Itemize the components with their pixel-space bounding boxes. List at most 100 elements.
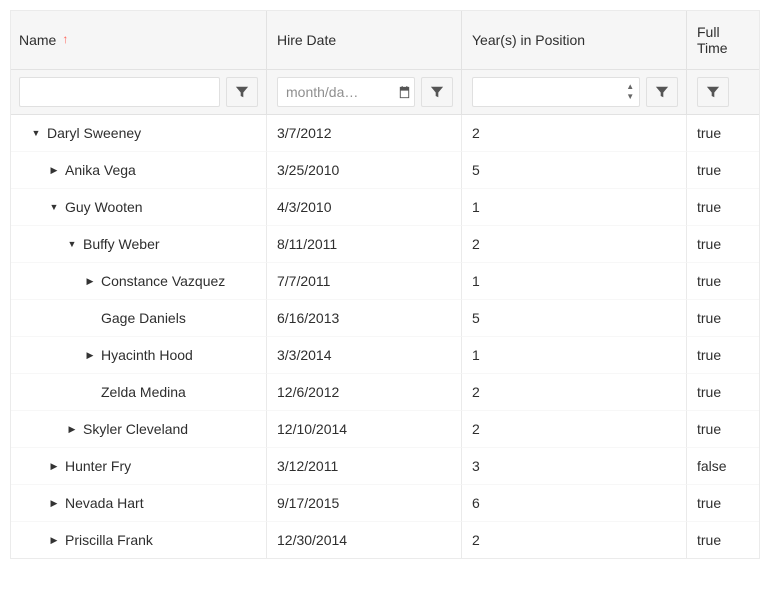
years-spin-down[interactable]: ▼ [626, 92, 634, 102]
fulltime-cell: true [686, 115, 759, 151]
filter-icon [706, 85, 720, 99]
collapse-icon[interactable]: ▼ [47, 202, 61, 212]
name-text: Anika Vega [65, 162, 136, 178]
hire-date-cell: 12/6/2012 [266, 373, 461, 410]
name-text: Skyler Cleveland [83, 421, 188, 437]
collapse-icon[interactable]: ▼ [29, 128, 43, 138]
expand-icon[interactable]: ▶ [47, 461, 61, 472]
table-row: ▶ Skyler Cleveland 12/10/2014 2 true [11, 410, 759, 447]
hire-date-cell: 8/11/2011 [266, 225, 461, 262]
fulltime-filter-button[interactable] [697, 77, 729, 107]
name-text: Daryl Sweeney [47, 125, 141, 141]
name-cell: ▼ Daryl Sweeney [11, 115, 266, 151]
years-cell: 6 [461, 484, 686, 521]
hire-date-text: 3/25/2010 [277, 162, 339, 178]
table-row: ▶Priscilla Frank 12/30/2014 2 true [11, 521, 759, 558]
years-filter-input-wrap: ▲ ▼ [472, 77, 640, 107]
expand-icon[interactable]: ▶ [47, 535, 61, 546]
years-cell: 2 [461, 225, 686, 262]
name-cell: ▶ Skyler Cleveland [11, 410, 266, 447]
name-text: Buffy Weber [83, 236, 160, 252]
name-filter-input[interactable] [20, 78, 219, 106]
years-cell: 5 [461, 151, 686, 188]
fulltime-cell: true [686, 521, 759, 558]
hire-date-cell: 3/3/2014 [266, 336, 461, 373]
name-text: Gage Daniels [101, 310, 186, 326]
fulltime-text: true [697, 495, 721, 511]
years-cell: 3 [461, 447, 686, 484]
hire-date-text: 9/17/2015 [277, 495, 339, 511]
column-header-name-label: Name [19, 32, 56, 48]
column-header-name[interactable]: Name ↑ [11, 11, 266, 70]
filter-icon [430, 85, 444, 99]
name-text: Hyacinth Hood [101, 347, 193, 363]
years-cell: 2 [461, 115, 686, 151]
years-filter-input[interactable] [473, 78, 621, 106]
table-row: ▶Anika Vega3/25/20105true [11, 151, 759, 188]
years-text: 6 [472, 495, 480, 511]
filter-icon [235, 85, 249, 99]
years-text: 3 [472, 458, 480, 474]
table-row: ▼ Daryl Sweeney 3/7/2012 2 true [11, 115, 759, 151]
name-filter-button[interactable] [226, 77, 258, 107]
hire-date-text: 12/10/2014 [277, 421, 347, 437]
years-spin-up[interactable]: ▲ [626, 82, 634, 92]
name-text: Guy Wooten [65, 199, 143, 215]
fulltime-text: true [697, 273, 721, 289]
name-cell: ▼ Guy Wooten [11, 188, 266, 225]
column-header-fulltime[interactable]: Full Time [686, 11, 759, 70]
hire-date-text: 7/7/2011 [277, 273, 330, 289]
years-text: 2 [472, 236, 480, 252]
expand-icon[interactable]: ▶ [83, 276, 97, 287]
fulltime-text: true [697, 125, 721, 141]
name-cell: ▶ Nevada Hart [11, 484, 266, 521]
hire-date-filter-input[interactable] [278, 78, 395, 106]
fulltime-text: true [697, 347, 721, 363]
hire-date-text: 12/30/2014 [277, 532, 347, 548]
fulltime-cell: true [686, 484, 759, 521]
hire-date-filter-button[interactable] [421, 77, 453, 107]
hire-date-text: 4/3/2010 [277, 199, 332, 215]
name-cell: ▶Constance Vazquez [11, 262, 266, 299]
hire-date-calendar-button[interactable] [395, 78, 414, 106]
table-row: ▶Hyacinth Hood3/3/20141true [11, 336, 759, 373]
column-header-hire-date[interactable]: Hire Date [266, 11, 461, 70]
name-text: Zelda Medina [101, 384, 186, 400]
hire-date-text: 12/6/2012 [277, 384, 339, 400]
column-header-row: Name ↑ Hire Date Year(s) in Position Ful… [11, 11, 759, 70]
column-header-fulltime-label: Full Time [697, 24, 747, 56]
name-cell: ▶ Anika Vega [11, 151, 266, 188]
name-cell: ▶Priscilla Frank [11, 521, 266, 558]
table-row: ▶Hunter Fry3/12/20113false [11, 447, 759, 484]
years-text: 2 [472, 421, 480, 437]
column-header-years[interactable]: Year(s) in Position [461, 11, 686, 70]
expand-icon[interactable]: ▶ [65, 424, 79, 435]
hire-date-text: 3/12/2011 [277, 458, 338, 474]
years-filter-button[interactable] [646, 77, 678, 107]
name-cell: Gage Daniels [11, 299, 266, 336]
column-header-years-label: Year(s) in Position [472, 32, 585, 48]
hire-date-cell: 9/17/2015 [266, 484, 461, 521]
hire-date-cell: 3/7/2012 [266, 115, 461, 151]
table-row: ▶Constance Vazquez7/7/20111true [11, 262, 759, 299]
years-text: 2 [472, 532, 480, 548]
name-cell: ▶ Hyacinth Hood [11, 336, 266, 373]
hire-date-cell: 12/30/2014 [266, 521, 461, 558]
expand-icon[interactable]: ▶ [47, 498, 61, 509]
hire-date-text: 3/3/2014 [277, 347, 332, 363]
hire-date-cell: 12/10/2014 [266, 410, 461, 447]
name-text: Nevada Hart [65, 495, 144, 511]
column-header-hire-date-label: Hire Date [277, 32, 336, 48]
collapse-icon[interactable]: ▼ [65, 239, 79, 249]
fulltime-text: false [697, 458, 727, 474]
fulltime-cell: true [686, 410, 759, 447]
fulltime-text: true [697, 421, 721, 437]
name-cell: Zelda Medina [11, 373, 266, 410]
calendar-icon [397, 85, 412, 100]
hire-date-text: 3/7/2012 [277, 125, 332, 141]
expand-icon[interactable]: ▶ [47, 165, 61, 176]
expand-icon[interactable]: ▶ [83, 350, 97, 361]
years-cell: 1 [461, 188, 686, 225]
treelist-grid: Name ↑ Hire Date Year(s) in Position Ful… [10, 10, 760, 559]
fulltime-cell: true [686, 188, 759, 225]
